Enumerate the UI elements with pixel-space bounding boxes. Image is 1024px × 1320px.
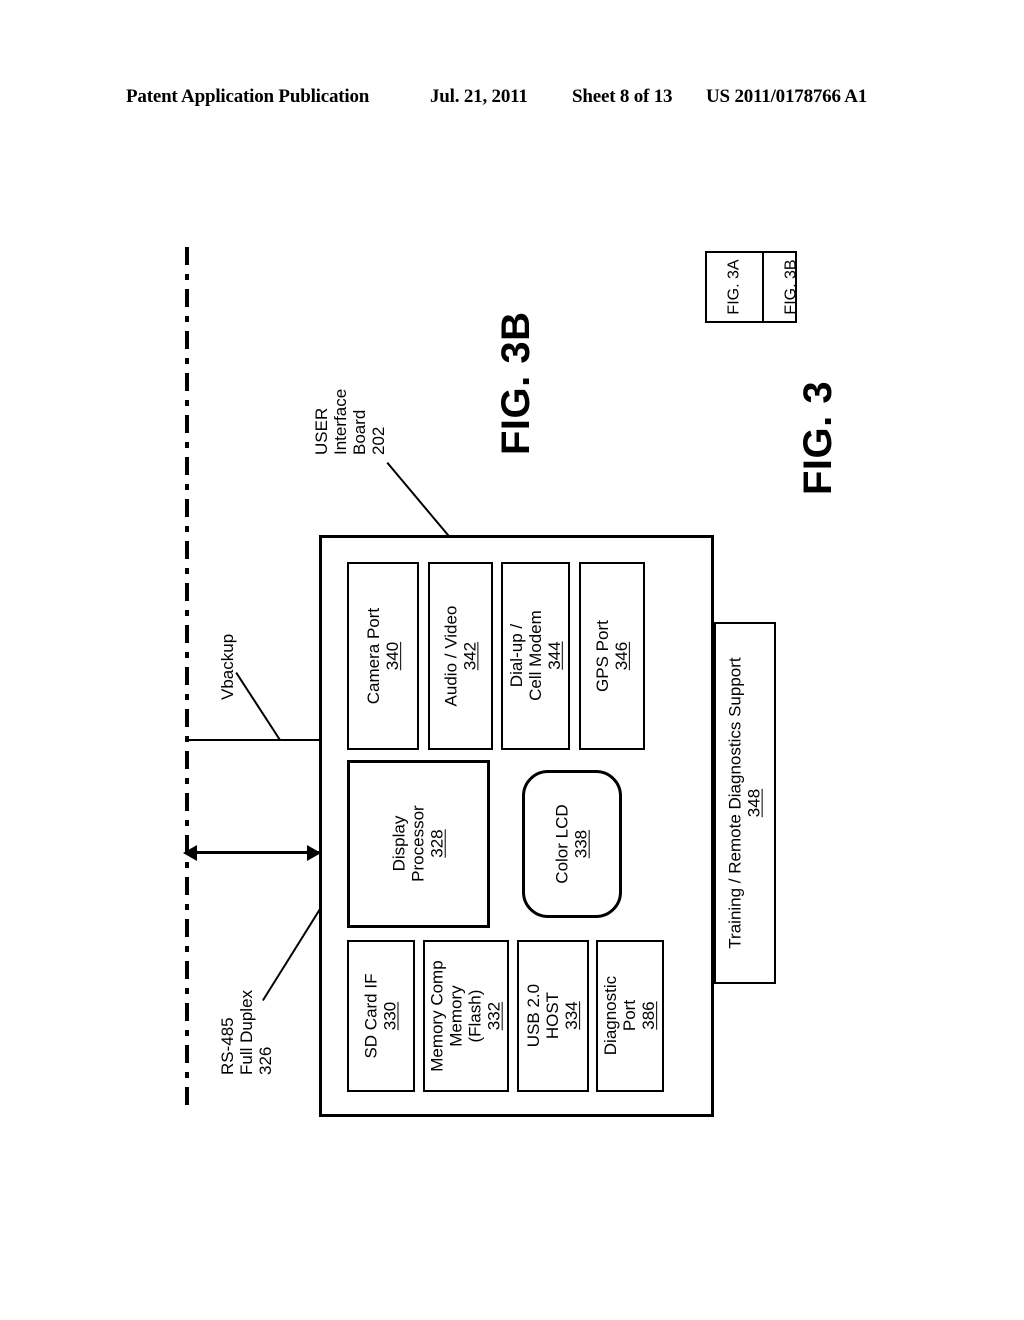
component-color-lcd-number: 338	[571, 829, 591, 859]
margin-rule-dash-dot	[185, 247, 189, 1113]
component-sd-card-if-line-1: SD Card IF	[361, 973, 381, 1059]
rs485-label: RS-485 Full Duplex 326	[218, 990, 275, 1075]
component-usb-host: USB 2.0 HOST 334	[517, 940, 589, 1092]
component-usb-host-line-1: USB 2.0	[524, 984, 544, 1048]
component-gps-port-label: GPS Port 346	[593, 620, 631, 692]
component-training-remote-diagnostics: Training / Remote Diagnostics Support 34…	[714, 622, 776, 984]
component-training-remote-diagnostics-line-1: Training / Remote Diagnostics Support	[725, 657, 745, 949]
figure-drawing: FIG. 3A FIG. 3B FIG. 3 FIG. 3B USER Inte…	[0, 0, 1024, 1320]
component-gps-port-number: 346	[612, 641, 631, 671]
component-camera-port-label: Camera Port 340	[364, 608, 402, 704]
component-camera-port: Camera Port 340	[347, 562, 419, 750]
component-sd-card-if-number: 330	[381, 1001, 400, 1031]
component-diagnostic-port: Diagnostic Port 386	[596, 940, 664, 1092]
component-display-processor-line-2: Processor	[408, 805, 428, 883]
component-gps-port-line-1: GPS Port	[592, 620, 612, 692]
component-display-processor-label: Display Processor 328	[390, 806, 447, 883]
component-display-processor-number: 328	[428, 829, 448, 859]
figure-title: FIG. 3B	[494, 311, 538, 455]
figure-key-cell-3b: FIG. 3B	[762, 253, 819, 321]
component-diagnostic-port-line-1: Diagnostic	[601, 976, 621, 1056]
figure-key-label-3a: FIG. 3A	[725, 259, 743, 315]
component-camera-port-number: 340	[383, 641, 402, 671]
component-dialup-cell-modem: Dial-up / Cell Modem 344	[501, 562, 570, 750]
vbackup-connector-line	[187, 739, 321, 741]
component-dialup-cell-modem-number: 344	[545, 641, 565, 671]
rs485-label-number: 326	[256, 1046, 276, 1075]
figure-key-box: FIG. 3A FIG. 3B	[705, 251, 800, 323]
component-training-remote-diagnostics-number: 348	[745, 788, 764, 818]
board-callout-line-3: Board	[350, 409, 370, 455]
sheet-figure-title: FIG. 3	[796, 380, 840, 495]
vbackup-label-text: Vbackup	[218, 633, 237, 700]
board-callout-line-2: Interface	[331, 388, 351, 455]
component-usb-host-number: 334	[562, 1001, 582, 1031]
component-sd-card-if: SD Card IF 330	[347, 940, 415, 1092]
figure-key-label-3b: FIG. 3B	[782, 259, 800, 315]
component-flash-memory-label: Memory Comp Memory (Flash) 332	[428, 960, 504, 1071]
component-audio-video-line-1: Audio / Video	[441, 605, 461, 707]
component-camera-port-line-1: Camera Port	[363, 607, 383, 705]
component-training-remote-diagnostics-label: Training / Remote Diagnostics Support 34…	[726, 657, 764, 948]
component-color-lcd-label: Color LCD 338	[553, 804, 591, 883]
vbackup-leader-line	[235, 672, 281, 741]
component-diagnostic-port-number: 386	[639, 1001, 659, 1031]
component-usb-host-label: USB 2.0 HOST 334	[524, 984, 581, 1047]
component-flash-memory-line-3: (Flash)	[466, 989, 485, 1043]
board-callout-label: USER Interface Board 202	[312, 389, 388, 455]
component-flash-memory-number: 332	[485, 1001, 505, 1031]
vbackup-label: Vbackup	[218, 634, 237, 700]
component-color-lcd-line-1: Color LCD	[552, 804, 572, 884]
component-audio-video-number: 342	[460, 641, 480, 671]
component-color-lcd: Color LCD 338	[522, 770, 622, 918]
component-diagnostic-port-label: Diagnostic Port 386	[601, 976, 658, 1055]
component-usb-host-line-2: HOST	[543, 992, 563, 1040]
component-display-processor-line-1: Display	[389, 816, 409, 872]
component-flash-memory: Memory Comp Memory (Flash) 332	[423, 940, 509, 1092]
component-diagnostic-port-line-2: Port	[620, 1000, 640, 1032]
rs485-connector-line	[195, 851, 319, 854]
component-audio-video: Audio / Video 342	[428, 562, 493, 750]
rs485-label-line-2: Full Duplex	[237, 989, 257, 1075]
component-flash-memory-line-2: Memory	[446, 985, 466, 1047]
component-dialup-cell-modem-label: Dial-up / Cell Modem 344	[507, 611, 564, 702]
figure-key-cell-3a: FIG. 3A	[707, 253, 762, 321]
component-dialup-cell-modem-line-2: Cell Modem	[525, 610, 545, 702]
component-gps-port: GPS Port 346	[579, 562, 645, 750]
rs485-label-line-1: RS-485	[218, 1017, 237, 1075]
component-display-processor: Display Processor 328	[347, 760, 490, 928]
component-sd-card-if-label: SD Card IF 330	[362, 973, 400, 1058]
board-callout-leader-line	[386, 462, 458, 547]
component-dialup-cell-modem-line-1: Dial-up /	[506, 624, 526, 688]
component-flash-memory-line-1: Memory Comp	[427, 960, 447, 1072]
board-callout-line-1: USER	[312, 407, 331, 455]
component-audio-video-label: Audio / Video 342	[441, 606, 479, 707]
user-interface-board: Camera Port 340 Audio / Video 342 Dial-u…	[319, 535, 714, 1117]
board-callout-number: 202	[369, 426, 389, 455]
rs485-arrowhead-left	[183, 845, 197, 861]
